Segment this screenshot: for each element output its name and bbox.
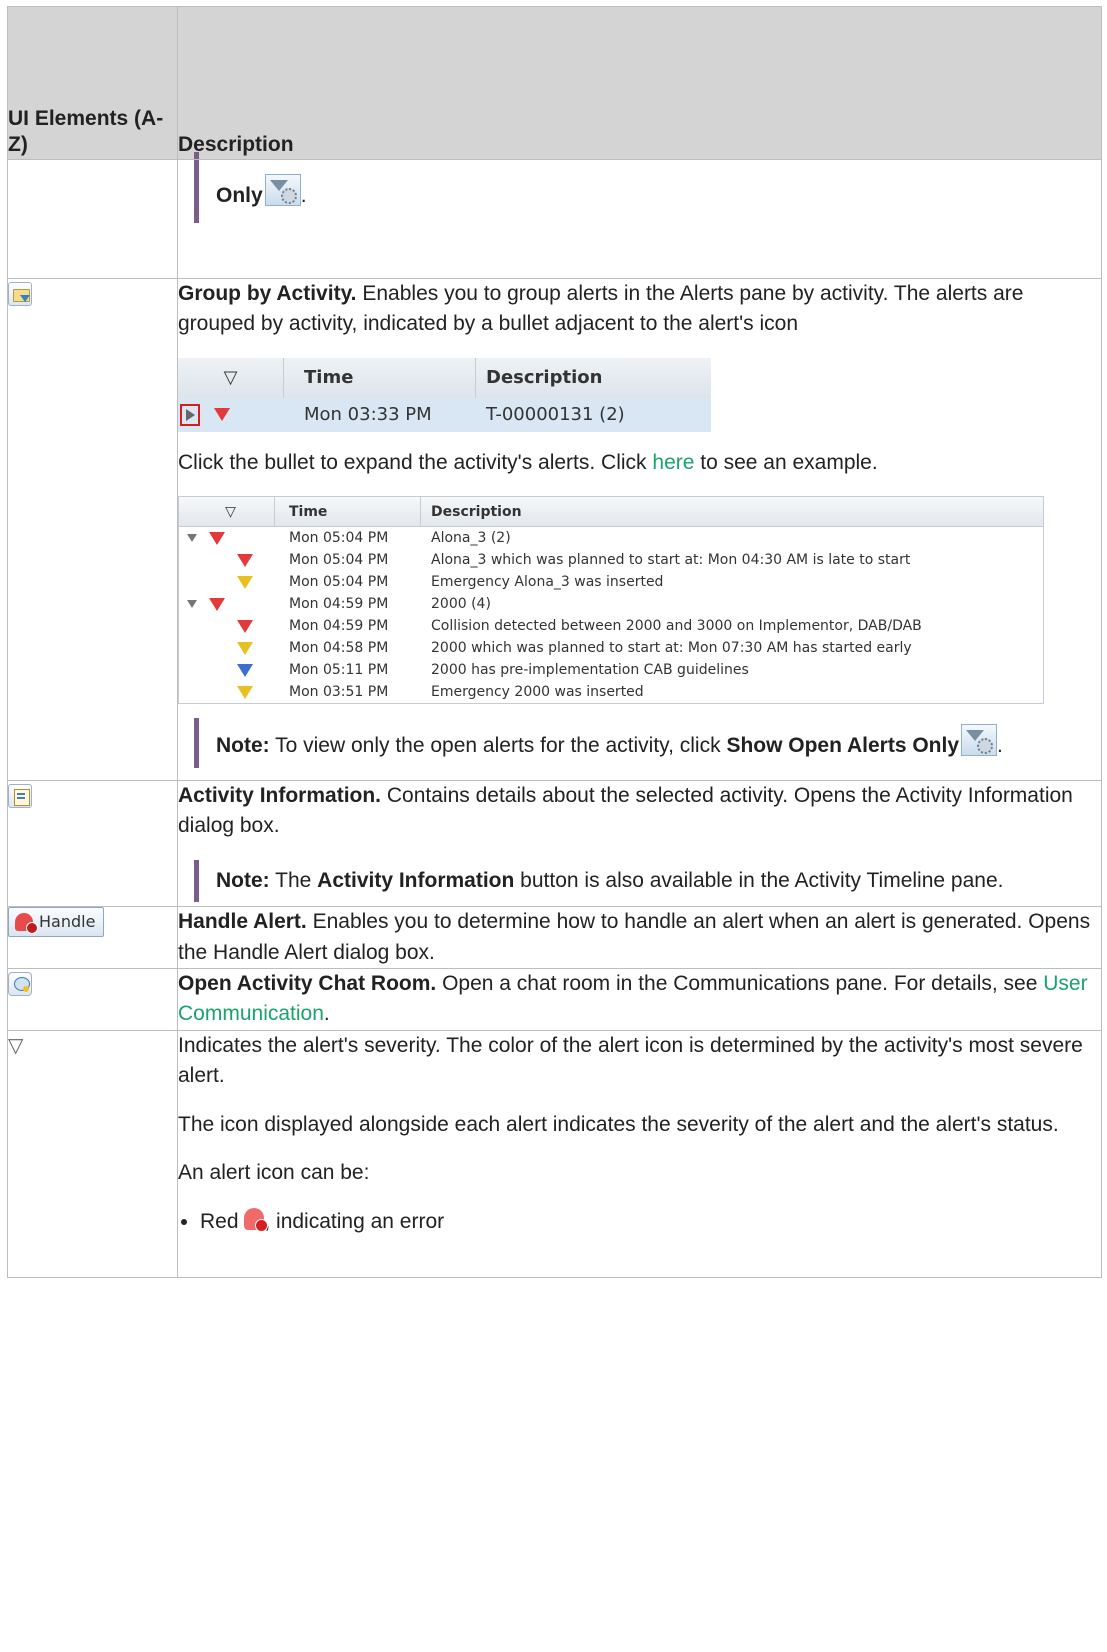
alert-icon-list: Red , indicating an error <box>178 1207 1101 1237</box>
list-item: Red , indicating an error <box>200 1207 1101 1237</box>
alert-time: Mon 04:59 PM <box>289 596 389 613</box>
severity-triangle-icon: ▽ <box>8 1034 24 1057</box>
grouped-alerts-screenshot: ▽ Time Description Mon 03:33 PM T-000001… <box>178 357 711 432</box>
alert-time: Mon 05:04 PM <box>289 552 389 569</box>
note-open-alerts: Note: To view only the open alerts for t… <box>194 718 1101 768</box>
description-cell: Only. <box>177 152 1102 279</box>
red-alert-icon <box>209 597 225 611</box>
red-alert-icon <box>214 408 230 422</box>
table-row: Group by Activity. Enables you to group … <box>7 278 1102 781</box>
alert-row: Mon 05:04 PM Emergency Alona_3 was insert… <box>179 571 1043 593</box>
ui-element-cell: ▽ <box>7 1029 178 1279</box>
time-column-header: Time <box>275 497 421 527</box>
alert-description: Emergency 2000 was inserted <box>431 684 644 701</box>
activity-information-description: Activity Information. Contains details a… <box>178 783 1073 838</box>
description-cell: Indicates the alert's severity. The colo… <box>177 1029 1102 1279</box>
yellow-alert-icon <box>237 575 253 589</box>
expanded-alerts-screenshot: ▽ Time Description Mon 05:04 PM Alona_3 (… <box>178 496 1044 705</box>
description-cell: Group by Activity. Enables you to group … <box>177 278 1102 781</box>
show-open-alerts-filter-icon <box>961 724 998 757</box>
alert-time: Mon 05:11 PM <box>289 662 389 679</box>
alert-row: Mon 05:11 PM 2000 has pre-implementation … <box>179 659 1043 681</box>
description-column-header: Description <box>486 366 603 388</box>
alert-description: T-00000131 (2) <box>486 403 625 425</box>
alert-description: 2000 which was planned to start at: Mon … <box>431 640 912 657</box>
red-alert-icon <box>237 619 253 633</box>
group-by-activity-icon <box>8 282 32 307</box>
note-continued: Only. <box>194 152 1101 224</box>
handle-alert-description: Handle Alert. Enables you to determine h… <box>178 910 1091 964</box>
table-header-row: UI Elements (A-Z) Description <box>7 6 1102 160</box>
table-row: Handle Handle Alert. Enables you to dete… <box>7 906 1102 969</box>
alert-description: 2000 (4) <box>431 596 491 613</box>
header-ui-elements: UI Elements (A-Z) <box>7 6 178 160</box>
ui-element-cell <box>7 967 178 1031</box>
alert-time: Mon 05:04 PM <box>289 530 389 547</box>
note-bold-continued: Only <box>216 184 263 207</box>
activity-information-icon <box>8 784 32 809</box>
ui-element-cell <box>7 159 178 279</box>
group-by-activity-description: Group by Activity. Enables you to group … <box>178 282 1024 336</box>
description-column-header: Description <box>431 504 522 521</box>
red-alert-icon <box>237 553 253 567</box>
red-alert-icon <box>209 531 225 545</box>
alert-bell-icon <box>15 913 38 935</box>
alert-rows: Mon 05:04 PM Alona_3 (2) Mon 05:04 PM Alona… <box>179 527 1043 703</box>
ui-element-cell <box>7 278 178 781</box>
description-cell: Activity Information. Contains details a… <box>177 779 1102 908</box>
severity-column-icon: ▽ <box>179 497 275 527</box>
document-page: UI Elements (A-Z) Description Only. Grou… <box>0 0 1107 1652</box>
expand-bullet-icon <box>180 403 200 426</box>
table-row: Open Activity Chat Room. Open a chat roo… <box>7 967 1102 1031</box>
collapse-caret-icon <box>187 534 197 543</box>
ui-element-cell: Handle <box>7 906 178 969</box>
time-column-header: Time <box>284 357 476 398</box>
alert-time: Mon 04:59 PM <box>289 618 389 635</box>
ui-element-cell <box>7 779 178 908</box>
show-open-alerts-filter-icon <box>264 174 301 206</box>
collapse-caret-icon <box>187 600 197 609</box>
grouped-alert-row: Mon 03:33 PM T-00000131 (2) <box>178 397 711 432</box>
chat-room-icon <box>8 972 32 997</box>
alert-time: Mon 03:33 PM <box>304 403 432 425</box>
yellow-alert-icon <box>237 641 253 655</box>
severity-column-icon: ▽ <box>178 357 284 398</box>
description-cell: Open Activity Chat Room. Open a chat roo… <box>177 967 1102 1031</box>
alert-description: Alona_3 (2) <box>431 530 511 547</box>
yslash-alert-icon <box>237 685 253 699</box>
header-description: Description <box>177 6 1102 160</box>
severity-description: Indicates the alert's severity. The colo… <box>178 1033 1083 1088</box>
group-alert-row: Mon 04:59 PM 2000 (4) <box>179 593 1043 615</box>
alert-description: Alona_3 which was planned to start at: M… <box>431 552 911 569</box>
alert-row: Mon 03:51 PM Emergency 2000 was inserted <box>179 681 1043 703</box>
alert-row: Mon 04:58 PM 2000 which was planned to st… <box>179 637 1043 659</box>
alert-time: Mon 03:51 PM <box>289 684 389 701</box>
blue-alert-icon <box>237 663 253 677</box>
severity-status-description: The icon displayed alongside each alert … <box>178 1112 1059 1136</box>
table-row: Only. <box>7 152 1102 279</box>
handle-alert-button: Handle <box>8 907 105 938</box>
expand-instruction: Click the bullet to expand the activity'… <box>178 450 878 474</box>
alert-row: Mon 05:04 PM Alona_3 which was planned to… <box>179 549 1043 571</box>
chat-room-description: Open Activity Chat Room. Open a chat roo… <box>178 971 1088 1026</box>
alert-time: Mon 04:58 PM <box>289 640 389 657</box>
ui-elements-table: UI Elements (A-Z) Description Only. Grou… <box>7 6 1102 1279</box>
screenshot-header: ▽ Time Description <box>179 497 1043 528</box>
table-row: Activity Information. Contains details a… <box>7 779 1102 908</box>
alert-icon-intro: An alert icon can be: <box>178 1161 370 1185</box>
here-link[interactable]: here <box>652 451 694 474</box>
alert-description: 2000 has pre-implementation CAB guidelin… <box>431 662 749 679</box>
alert-description: Emergency Alona_3 was inserted <box>431 574 664 591</box>
note-activity-information: Note: The Activity Information button is… <box>194 859 1101 903</box>
red-alert-bell-icon <box>244 1207 269 1232</box>
alert-description: Collision detected between 2000 and 3000… <box>431 618 922 635</box>
alert-time: Mon 05:04 PM <box>289 574 389 591</box>
group-alert-row: Mon 05:04 PM Alona_3 (2) <box>179 527 1043 549</box>
table-row: ▽ Indicates the alert's severity. The co… <box>7 1029 1102 1279</box>
screenshot-header: ▽ Time Description <box>178 357 711 398</box>
description-cell: Handle Alert. Enables you to determine h… <box>177 906 1102 969</box>
alert-row: Mon 04:59 PM Collision detected between 2… <box>179 615 1043 637</box>
